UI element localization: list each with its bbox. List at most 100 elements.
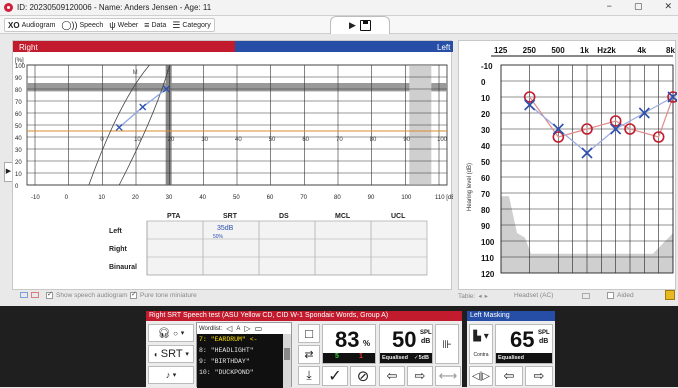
word-item[interactable]: 8: "HEADLIGHT" xyxy=(197,345,285,356)
pt-frequency-label: 125 xyxy=(494,46,508,55)
pulse-icon: ◁|▷ xyxy=(472,370,490,382)
level-up-button[interactable]: ⇨ xyxy=(407,366,433,386)
inner-tick-label: 50 xyxy=(269,137,276,143)
srt-table-header: UCL xyxy=(391,213,406,220)
srt-table-header: SRT xyxy=(223,213,238,220)
download-button[interactable]: ⤓ xyxy=(298,366,320,385)
masking-level-unit-top: SPL xyxy=(538,330,550,336)
link-button[interactable]: ⟷ xyxy=(435,366,461,386)
masking-level-value: 65 xyxy=(510,327,535,352)
weber-tool[interactable]: ψ Weber xyxy=(109,20,138,30)
speech-label: Speech xyxy=(79,21,104,29)
correct-count: 5 xyxy=(335,353,339,360)
x-tick-label: 100 xyxy=(401,195,412,201)
level-unit-top: SPL xyxy=(420,330,432,336)
show-speech-audiogram-option[interactable]: Show speech audiogram xyxy=(46,290,128,299)
arrow-left-icon: ⇦ xyxy=(386,368,398,383)
contra-label: Contra xyxy=(473,351,489,358)
masking-transducer-select[interactable]: ▙ ▾ Contra xyxy=(469,324,493,364)
show-speech-audiogram-checkbox[interactable] xyxy=(46,290,53,299)
speech-audiogram-chart[interactable]: Right Left1009080706050403020100[%]-10 0 10… xyxy=(13,41,470,291)
speech-tool[interactable]: ◯)) Speech xyxy=(61,20,103,31)
word-list[interactable]: 7: "EARDRUM" <- 8: "HEADLIGHT" 9: "BIRTH… xyxy=(197,334,285,388)
media-select[interactable]: ♪ ▾ xyxy=(148,366,194,384)
inner-tick-label: 40 xyxy=(235,137,242,143)
options-strip: Show speech audiogram Pure tone miniatur… xyxy=(0,290,678,304)
weber-icon: ψ xyxy=(109,20,116,30)
pt-y-axis-label: Hearing level (dB) xyxy=(467,163,473,211)
inner-tick-label: 90 xyxy=(403,137,410,143)
audiogram-tool[interactable]: XO Audiogram xyxy=(8,21,55,30)
wordlist: Wordlist: ◁ A ▷ ▭ 7: "EARDRUM" <- 8: "HE… xyxy=(196,322,292,388)
data-tool[interactable]: ≡ Data xyxy=(144,20,166,30)
word-item[interactable]: 7: "EARDRUM" <- xyxy=(197,334,285,345)
arrow-right-icon: ⇨ xyxy=(533,368,545,383)
y-tick-label: 90 xyxy=(15,76,22,82)
wordlist-prev-icon[interactable]: ◁ xyxy=(226,324,232,333)
speaker-icon: ◖ xyxy=(153,349,158,359)
lock-icon[interactable] xyxy=(665,290,675,300)
inner-tick-label: 20 xyxy=(168,137,175,143)
test-type-select[interactable]: ◖ SRT ▾ xyxy=(148,345,194,363)
correct-button[interactable]: ✓ xyxy=(322,366,348,386)
pt-frequency-label: 8k xyxy=(666,46,675,55)
transducer-select[interactable]: 🎧︎ ○ ▾ xyxy=(148,324,194,342)
wordlist-label: Wordlist: xyxy=(199,325,223,332)
score-display: 83 % 5 1 xyxy=(322,324,376,364)
maximize-button[interactable]: ▢ xyxy=(634,1,643,12)
pt-y-tick-label: 40 xyxy=(481,142,490,151)
word-item[interactable]: 10: "DUCKPOND" xyxy=(197,367,285,378)
pure-tone-miniature-option[interactable]: Pure tone miniature xyxy=(130,290,197,299)
coupling-button[interactable]: ⊪ xyxy=(435,324,459,364)
pure-tone-miniature-checkbox[interactable] xyxy=(130,290,137,299)
folder-icon[interactable]: ▭ xyxy=(255,324,263,333)
category-tool[interactable]: ☰ Category xyxy=(172,20,210,31)
wordlist-scroll-thumb[interactable] xyxy=(284,348,290,360)
save-icon xyxy=(359,20,371,31)
masking-pulse-button[interactable]: ◁|▷ xyxy=(469,366,493,386)
test-type-label: SRT xyxy=(160,348,183,360)
inner-tick-label: 100 xyxy=(437,137,448,143)
srt-table-header: PTA xyxy=(167,213,180,220)
pt-y-tick-label: 90 xyxy=(481,222,490,231)
mode-tools: XO Audiogram ◯)) Speech ψ Weber ≡ Data ☰… xyxy=(4,18,215,32)
y-tick-label: 50 xyxy=(15,124,22,130)
pure-tone-audiogram[interactable]: 125 250 500 1k Hz2k 4k 8k -10 0 10 20 30 40 50 60 70 80 9… xyxy=(459,41,678,291)
category-icon: ☰ xyxy=(172,19,181,30)
audiogram-view-icons[interactable] xyxy=(20,292,39,298)
table-prev-icon[interactable]: ◂ xyxy=(478,292,481,300)
aided-option[interactable]: Aided xyxy=(582,292,634,299)
coupling-icon: ⊪ xyxy=(442,338,452,351)
speech-test-header: Right SRT Speech test (ASU Yellow CD, CI… xyxy=(146,311,462,321)
y-tick-label: 80 xyxy=(15,88,22,94)
x-tick-label: 60 xyxy=(267,195,274,201)
swap-button[interactable]: ⇄ xyxy=(298,345,320,364)
wordlist-next-icon[interactable]: ▷ xyxy=(244,324,250,333)
close-button[interactable]: ✕ xyxy=(664,1,672,12)
table-option: Table: ◂ ▸ xyxy=(458,292,488,301)
stop-button[interactable]: □ xyxy=(298,324,320,343)
pt-y-tick-label: 100 xyxy=(481,238,495,247)
aided-checkbox[interactable] xyxy=(607,292,614,299)
minimize-button[interactable]: − xyxy=(607,1,612,12)
masking-down-button[interactable]: ⇦ xyxy=(495,366,523,386)
inner-tick-label: 30 xyxy=(201,137,208,143)
wordlist-scrollbar[interactable] xyxy=(283,334,291,388)
save-tab[interactable]: ▶ xyxy=(330,16,390,34)
srt-table-header: MCL xyxy=(335,213,351,220)
pt-y-tick-label: 110 xyxy=(481,254,494,263)
inner-tick-label: 80 xyxy=(370,137,377,143)
pt-frequency-label: 4k xyxy=(637,46,646,55)
headphones-icon: 🎧︎ xyxy=(157,327,171,339)
incorrect-button[interactable]: ⊘ xyxy=(350,366,376,386)
x-tick-label: 90 xyxy=(368,195,375,201)
masking-level-display: 65 SPL dB Equalised xyxy=(495,324,553,364)
pt-y-tick-label: 30 xyxy=(481,126,490,135)
level-down-button[interactable]: ⇦ xyxy=(379,366,405,386)
table-next-icon[interactable]: ▸ xyxy=(485,292,488,300)
download-icon: ⤓ xyxy=(306,368,312,382)
masking-up-button[interactable]: ⇨ xyxy=(525,366,553,386)
word-item[interactable]: 9: "BIRTHDAY" xyxy=(197,356,285,367)
srt-row-label: Binaural xyxy=(109,264,137,271)
masking-panel: Left Masking ▙ ▾ Contra 65 SPL dB Equali… xyxy=(467,311,555,387)
